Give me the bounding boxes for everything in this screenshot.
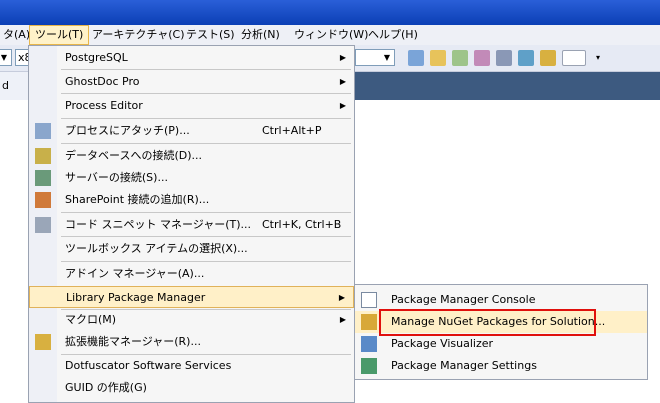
nuget-package-icon: [361, 314, 377, 330]
menu-item-package-visualizer[interactable]: Package Visualizer: [355, 333, 647, 355]
menu-item-label: アドイン マネージャー(A)...: [65, 267, 205, 280]
submenu-arrow-icon: ▶: [339, 53, 346, 62]
menu-item-label: マクロ(M): [65, 313, 117, 326]
submenu-arrow-icon: ▶: [339, 77, 346, 86]
command-window-icon[interactable]: [562, 50, 586, 66]
menu-item-label: GhostDoc Pro: [65, 75, 140, 88]
menu-item-connect-database[interactable]: データベースへの接続(D)...: [29, 145, 354, 167]
find-in-files-icon[interactable]: [408, 50, 424, 66]
menu-item-ghostdoc[interactable]: GhostDoc Pro ▶: [29, 71, 354, 93]
menu-separator: [61, 118, 351, 119]
menu-separator: [61, 212, 351, 213]
menu-item-label: Process Editor: [65, 99, 143, 112]
object-browser-icon[interactable]: [474, 50, 490, 66]
menu-item-package-manager-console[interactable]: Package Manager Console: [355, 289, 647, 311]
menu-item-shortcut: Ctrl+Alt+P: [262, 124, 322, 137]
menu-item-help[interactable]: ヘルプ(H): [363, 25, 423, 45]
menu-item-tools[interactable]: ツール(T): [29, 25, 90, 45]
menu-item-label: プロセスにアタッチ(P)...: [65, 124, 190, 137]
properties-icon[interactable]: [452, 50, 468, 66]
menu-item-test[interactable]: テスト(S): [181, 25, 240, 45]
menu-item-shortcut: Ctrl+K, Ctrl+B: [262, 218, 342, 231]
menu-separator: [61, 236, 351, 237]
menu-item-dotfuscator[interactable]: Dotfuscator Software Services: [29, 355, 354, 377]
solution-explorer-icon[interactable]: [430, 50, 446, 66]
menu-item-label: Package Manager Console: [391, 293, 536, 306]
find-combo[interactable]: ▼: [355, 49, 395, 66]
settings-icon: [361, 358, 377, 374]
menu-item-label: SharePoint 接続の追加(R)...: [65, 193, 210, 206]
chevron-down-icon: ▼: [383, 53, 391, 62]
menu-item-connect-server[interactable]: サーバーの接続(S)...: [29, 167, 354, 189]
menu-item-label: データベースへの接続(D)...: [65, 149, 202, 162]
toolbar-overflow-icon[interactable]: ▾: [594, 50, 602, 66]
menu-item-create-guid[interactable]: GUID の作成(G): [29, 377, 354, 399]
menu-separator: [61, 261, 351, 262]
menu-item-label: ツールボックス アイテムの選択(X)...: [65, 242, 248, 255]
chevron-down-icon: ▼: [0, 53, 8, 62]
code-snippet-icon: [35, 217, 51, 233]
submenu-arrow-icon: ▶: [339, 101, 346, 110]
menu-item-window[interactable]: ウィンドウ(W): [289, 25, 373, 45]
menu-item-label: コード スニペット マネージャー(T)...: [65, 218, 252, 231]
menu-item-label: GUID の作成(G): [65, 381, 147, 394]
menu-item-label: サーバーの接続(S)...: [65, 171, 168, 184]
menu-item-addin-manager[interactable]: アドイン マネージャー(A)...: [29, 263, 354, 285]
menu-item-postgresql[interactable]: PostgreSQL ▶: [29, 47, 354, 69]
menu-item-label: Package Visualizer: [391, 337, 494, 350]
menu-item-label: Dotfuscator Software Services: [65, 359, 232, 372]
extension-manager-icon: [35, 334, 51, 350]
menu-item-extension-manager[interactable]: 拡張機能マネージャー(R)...: [29, 331, 354, 353]
menu-separator: [61, 93, 351, 94]
attach-process-icon: [35, 123, 51, 139]
menu-item-label: Library Package Manager: [66, 291, 206, 304]
menu-item-library-package-manager[interactable]: Library Package Manager ▶: [29, 286, 354, 308]
document-tab-label: d: [2, 79, 9, 92]
menu-item-label: PostgreSQL: [65, 51, 128, 64]
submenu-arrow-icon: ▶: [339, 315, 346, 324]
submenu-arrow-icon: ▶: [338, 293, 345, 302]
menu-item-architecture[interactable]: アーキテクチャ(C): [87, 25, 190, 45]
menu-item-choose-toolbox-items[interactable]: ツールボックス アイテムの選択(X)...: [29, 238, 354, 260]
menu-item-process-editor[interactable]: Process Editor ▶: [29, 95, 354, 117]
visualizer-icon: [361, 336, 377, 352]
title-bar: [0, 0, 660, 25]
menu-item-code-snippets[interactable]: コード スニペット マネージャー(T)... Ctrl+K, Ctrl+B: [29, 214, 354, 236]
menu-separator: [61, 143, 351, 144]
toolbox-icon[interactable]: [496, 50, 512, 66]
extension-manager-icon[interactable]: [540, 50, 556, 66]
document-tab[interactable]: d: [0, 72, 28, 100]
database-connect-icon: [35, 148, 51, 164]
menu-item-label: 拡張機能マネージャー(R)...: [65, 335, 201, 348]
solution-config-combo[interactable]: ▼: [0, 49, 12, 66]
menu-item-analyze[interactable]: 分析(N): [236, 25, 285, 45]
menu-item-macros[interactable]: マクロ(M) ▶: [29, 309, 354, 331]
menu-item-package-manager-settings[interactable]: Package Manager Settings: [355, 355, 647, 377]
menu-item-add-sharepoint[interactable]: SharePoint 接続の追加(R)...: [29, 189, 354, 211]
menu-bar: タ(A) ツール(T) アーキテクチャ(C) テスト(S) 分析(N) ウィンド…: [0, 25, 660, 46]
server-connect-icon: [35, 170, 51, 186]
annotation-highlight-box: [379, 309, 596, 336]
menu-item-attach-to-process[interactable]: プロセスにアタッチ(P)... Ctrl+Alt+P: [29, 120, 354, 142]
sharepoint-icon: [35, 192, 51, 208]
console-icon: [361, 292, 377, 308]
tools-menu: PostgreSQL ▶ GhostDoc Pro ▶ Process Edit…: [28, 45, 355, 403]
menu-item-label: Package Manager Settings: [391, 359, 537, 372]
start-page-icon[interactable]: [518, 50, 534, 66]
menu-separator: [61, 69, 351, 70]
